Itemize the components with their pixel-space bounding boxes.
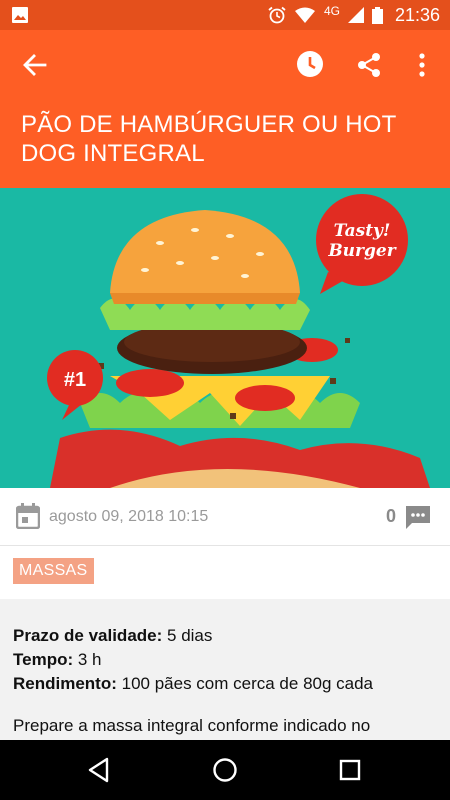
network-type: 4G bbox=[323, 4, 340, 18]
burger-illustration: #1 Tasty! Burger bbox=[47, 194, 430, 488]
post-date: agosto 09, 2018 10:15 bbox=[49, 508, 209, 525]
hero-image: #1 Tasty! Burger bbox=[0, 188, 450, 488]
navigation-bar bbox=[0, 740, 450, 800]
alarm-icon bbox=[268, 6, 286, 24]
share-icon[interactable] bbox=[356, 52, 382, 78]
validity-label: Prazo de validade: bbox=[13, 626, 163, 645]
battery-icon bbox=[371, 6, 383, 24]
validity-line: Prazo de validade: 5 dias bbox=[13, 626, 212, 646]
signal-icon bbox=[347, 7, 364, 23]
status-time: 21:36 bbox=[394, 4, 440, 25]
clock-icon[interactable] bbox=[296, 50, 324, 78]
yield-label: Rendimento: bbox=[13, 674, 117, 693]
app-bar: PÃO DE HAMBÚRGUER OU HOT DOG INTEGRAL bbox=[0, 30, 450, 188]
post-meta: agosto 09, 2018 10:15 0 bbox=[0, 488, 450, 546]
number-badge: #1 bbox=[64, 369, 86, 391]
page-title: PÃO DE HAMBÚRGUER OU HOT DOG INTEGRAL bbox=[21, 111, 397, 167]
category-tag[interactable]: MASSAS bbox=[13, 558, 94, 584]
instructions-paragraph: Prepare a massa integral conforme indica… bbox=[13, 716, 371, 735]
post-content: Prazo de validade: 5 dias Tempo: 3 h Ren… bbox=[0, 599, 450, 740]
time-label: Tempo: bbox=[13, 650, 74, 669]
wifi-icon bbox=[294, 7, 315, 23]
gallery-icon bbox=[12, 7, 28, 23]
calendar-icon bbox=[16, 503, 40, 529]
time-value: 3 h bbox=[77, 650, 102, 669]
back-nav-icon[interactable] bbox=[85, 756, 113, 784]
home-nav-icon[interactable] bbox=[211, 756, 239, 784]
category-row: MASSAS bbox=[0, 546, 450, 599]
back-arrow-icon[interactable] bbox=[22, 52, 48, 78]
yield-line: Rendimento: 100 pães com cerca de 80g ca… bbox=[13, 674, 373, 694]
recents-nav-icon[interactable] bbox=[336, 756, 364, 784]
more-vert-icon[interactable] bbox=[410, 52, 434, 78]
validity-value: 5 dias bbox=[167, 626, 213, 645]
status-bar: 4G 21:36 bbox=[0, 0, 450, 30]
burger-label: Burger bbox=[327, 241, 396, 261]
comment-count[interactable]: 0 bbox=[386, 506, 396, 527]
tasty-label: Tasty! bbox=[334, 221, 391, 241]
time-line: Tempo: 3 h bbox=[13, 650, 102, 670]
comment-icon[interactable] bbox=[404, 504, 432, 530]
yield-value: 100 pães com cerca de 80g cada bbox=[121, 674, 374, 693]
